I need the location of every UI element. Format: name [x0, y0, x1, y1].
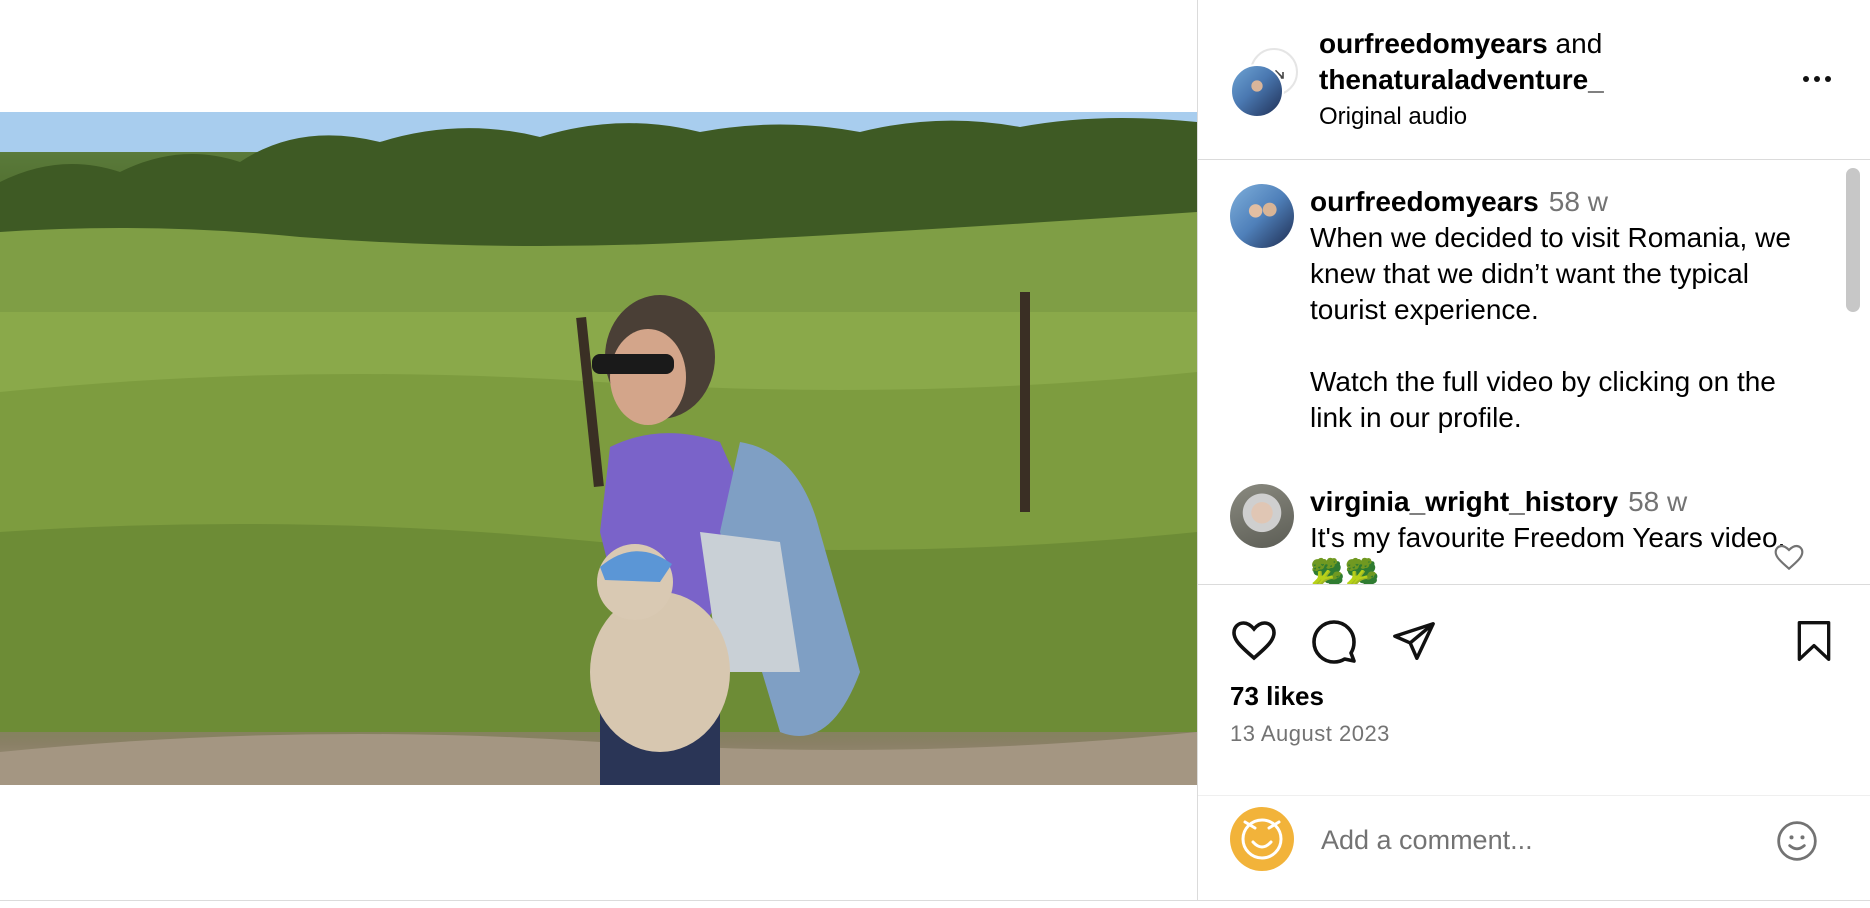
more-options-icon	[1803, 76, 1809, 82]
comment-icon	[1312, 620, 1356, 664]
bookmark-icon	[1797, 621, 1831, 661]
header-user2-link[interactable]: thenaturaladventure_	[1319, 62, 1799, 98]
comment-time[interactable]: 58 w	[1549, 186, 1608, 217]
comment-text: When we decided to visit Romania, we kne…	[1310, 222, 1791, 433]
header-joiner: and	[1555, 28, 1603, 59]
emoji-icon	[1777, 821, 1817, 861]
save-button[interactable]	[1788, 615, 1840, 667]
video-frame	[0, 112, 1197, 785]
header-text: ourfreedomyears and thenaturaladventure_…	[1319, 26, 1799, 136]
audio-link[interactable]: Original audio	[1319, 98, 1799, 136]
avatar[interactable]	[1230, 484, 1294, 548]
comment-username[interactable]: ourfreedomyears	[1310, 186, 1539, 217]
post-header: ourfreedomyears and thenaturaladventure_…	[1198, 0, 1870, 160]
comments-list[interactable]: ourfreedomyears 58 w When we decided to v…	[1198, 160, 1870, 584]
media-area	[0, 0, 1197, 900]
post-panel: ourfreedomyears and thenaturaladventure_…	[1197, 0, 1870, 900]
comment-like-button[interactable]	[1773, 542, 1805, 574]
emoji-button[interactable]	[1773, 817, 1821, 865]
collab-avatars[interactable]	[1230, 48, 1298, 118]
comment-username[interactable]: virginia_wright_history	[1310, 486, 1618, 517]
share-button[interactable]	[1388, 615, 1440, 667]
comment-button[interactable]	[1308, 615, 1360, 667]
comment-text: It's my favourite Freedom Years video. 🥦…	[1310, 522, 1786, 584]
comment-input[interactable]	[1319, 817, 1763, 863]
avatar-ourfreedomyears[interactable]	[1230, 64, 1284, 118]
like-button[interactable]	[1228, 615, 1280, 667]
scrollbar-thumb[interactable]	[1846, 168, 1860, 312]
heart-icon	[1232, 621, 1276, 661]
more-options-button[interactable]	[1795, 64, 1839, 94]
send-icon	[1393, 622, 1435, 660]
likes-count[interactable]: 73 likes	[1230, 681, 1324, 712]
bottom-divider	[0, 900, 1870, 901]
video-player[interactable]	[0, 112, 1197, 785]
post-date[interactable]: 13 August 2023	[1230, 721, 1390, 747]
actions-section: 73 likes 13 August 2023	[1198, 584, 1870, 901]
current-user-avatar	[1230, 807, 1294, 871]
heart-icon	[1774, 544, 1804, 571]
comment-time[interactable]: 58 w	[1628, 486, 1687, 517]
header-user1-link[interactable]: ourfreedomyears	[1319, 28, 1548, 59]
avatar[interactable]	[1230, 184, 1294, 248]
